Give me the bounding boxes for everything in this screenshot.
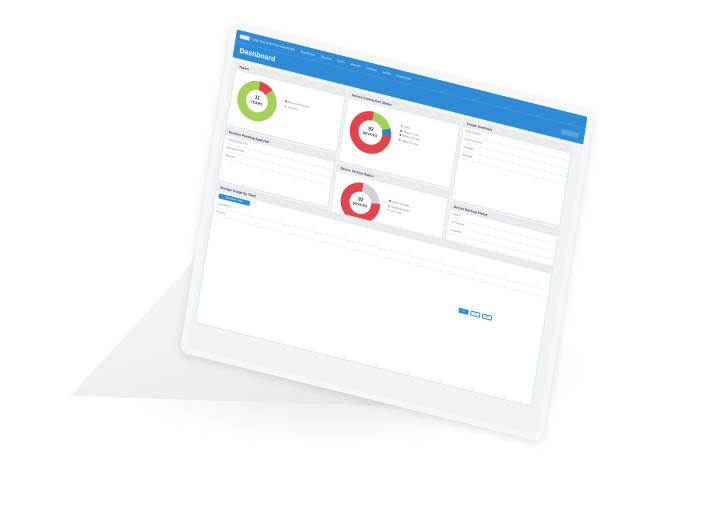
- version-legend: Update Available Update Required Up to d…: [387, 199, 410, 218]
- nav-item-downloads[interactable]: Downloads: [396, 73, 411, 81]
- account-menu[interactable]: [560, 128, 579, 138]
- nav-item-users[interactable]: Users: [337, 59, 345, 65]
- connection-legend: Online Offline 0-7 days Offline 8-30 day…: [398, 124, 421, 148]
- tab-90d[interactable]: 90d: [481, 313, 493, 321]
- brand-logo: [239, 34, 250, 41]
- teams-donut: 11 TEAMS: [234, 76, 280, 126]
- nav-item-policies[interactable]: Policies: [366, 66, 377, 72]
- nav-item-reports[interactable]: Reports: [350, 62, 361, 69]
- tab-30d[interactable]: 30d: [470, 310, 481, 318]
- tab-7d[interactable]: 7d: [458, 307, 469, 315]
- page-title: Dashboard: [239, 47, 276, 63]
- connection-donut: 92 DEVICES: [346, 106, 395, 159]
- teams-legend: BitLocker Encrypted Unknown: [284, 100, 309, 115]
- nav-item-admin[interactable]: Admin: [382, 70, 391, 76]
- nav-item-devices[interactable]: Devices: [321, 54, 332, 61]
- nav-item-dashboard[interactable]: Dashboard: [300, 49, 315, 57]
